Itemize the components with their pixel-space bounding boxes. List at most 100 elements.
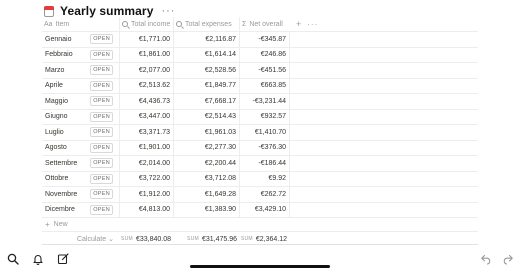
column-header-expenses[interactable]: Total expenses [174, 17, 240, 31]
table-row[interactable]: Dicembre OPEN €4,813.00 €1,383.90 €3,429.10 [42, 202, 478, 218]
net-cell[interactable]: €932.57 [240, 109, 290, 124]
net-cell[interactable]: -€376.30 [240, 140, 290, 155]
expenses-cell[interactable]: €2,116.87 [174, 32, 240, 47]
item-cell[interactable]: Febbraio OPEN [42, 47, 120, 62]
open-button[interactable]: OPEN [90, 34, 113, 45]
expenses-cell[interactable]: €7,668.17 [174, 94, 240, 109]
column-header-item[interactable]: Aa Item [42, 17, 120, 31]
item-cell[interactable]: Marzo OPEN [42, 63, 120, 78]
home-indicator[interactable] [190, 265, 330, 268]
open-button[interactable]: OPEN [90, 111, 113, 122]
expenses-cell[interactable]: €2,200.44 [174, 156, 240, 171]
income-cell[interactable]: €2,077.00 [120, 63, 174, 78]
back-arrow-icon[interactable] [480, 253, 492, 265]
sigma-icon: Σ [242, 20, 247, 28]
open-button[interactable]: OPEN [90, 49, 113, 60]
table-row[interactable]: Giugno OPEN €3,447.00 €2,514.43 €932.57 [42, 109, 478, 125]
table-row[interactable]: Settembre OPEN €2,014.00 €2,200.44 -€186.44 [42, 156, 478, 172]
table-more-button[interactable]: ··· [307, 20, 318, 29]
item-cell[interactable]: Novembre OPEN [42, 187, 120, 202]
table-row[interactable]: Maggio OPEN €4,436.73 €7,668.17 -€3,231.44 [42, 94, 478, 110]
income-cell[interactable]: €2,513.62 [120, 78, 174, 93]
income-cell[interactable]: €3,722.00 [120, 171, 174, 186]
table-row[interactable]: Ottobre OPEN €3,722.00 €3,712.08 €9.92 [42, 171, 478, 187]
item-cell[interactable]: Settembre OPEN [42, 156, 120, 171]
table-row[interactable]: Agosto OPEN €1,901.00 €2,277.30 -€376.30 [42, 140, 478, 156]
open-button[interactable]: OPEN [90, 173, 113, 184]
expenses-cell[interactable]: €1,849.77 [174, 78, 240, 93]
net-cell[interactable]: -€345.87 [240, 32, 290, 47]
table-row[interactable]: Luglio OPEN €3,371.73 €1,961.03 €1,410.70 [42, 125, 478, 141]
table-row[interactable]: Novembre OPEN €1,912.00 €1,649.28 €262.72 [42, 187, 478, 203]
open-button[interactable]: OPEN [90, 80, 113, 91]
table-body: Gennaio OPEN €1,771.00 €2,116.87 -€345.87 Feb… [42, 32, 478, 218]
table-row[interactable]: Marzo OPEN €2,077.00 €2,528.56 -€451.56 [42, 63, 478, 79]
open-button[interactable]: OPEN [90, 158, 113, 169]
horizontal-scrollbar[interactable] [42, 244, 478, 245]
open-button[interactable]: OPEN [90, 127, 113, 138]
expenses-cell[interactable]: €1,961.03 [174, 125, 240, 140]
add-property-button[interactable]: + [296, 19, 301, 29]
net-cell[interactable]: €3,429.10 [240, 202, 290, 217]
item-name: Novembre [45, 190, 78, 198]
new-row-button[interactable]: + New [42, 218, 478, 232]
open-button[interactable]: OPEN [90, 189, 113, 200]
net-cell[interactable]: €262.72 [240, 187, 290, 202]
table-row[interactable]: Gennaio OPEN €1,771.00 €2,116.87 -€345.87 [42, 32, 478, 48]
income-cell[interactable]: €3,371.73 [120, 125, 174, 140]
item-cell[interactable]: Gennaio OPEN [42, 32, 120, 47]
column-header-income[interactable]: Total income [120, 17, 174, 31]
expenses-cell[interactable]: €1,649.28 [174, 187, 240, 202]
search-icon[interactable] [7, 253, 19, 265]
income-cell[interactable]: €1,901.00 [120, 140, 174, 155]
expenses-cell[interactable]: €2,514.43 [174, 109, 240, 124]
income-cell[interactable]: €4,813.00 [120, 202, 174, 217]
open-button[interactable]: OPEN [90, 96, 113, 107]
item-cell[interactable]: Luglio OPEN [42, 125, 120, 140]
item-cell[interactable]: Dicembre OPEN [42, 202, 120, 217]
income-cell[interactable]: €1,861.00 [120, 47, 174, 62]
open-button[interactable]: OPEN [90, 65, 113, 76]
open-button[interactable]: OPEN [90, 142, 113, 153]
column-label-net: Net overall [249, 20, 283, 28]
expenses-cell[interactable]: €1,383.90 [174, 202, 240, 217]
item-cell[interactable]: Aprile OPEN [42, 78, 120, 93]
open-button[interactable]: OPEN [90, 204, 113, 215]
forward-arrow-icon[interactable] [502, 253, 514, 265]
page-more-button[interactable]: ··· [161, 5, 175, 17]
net-cell[interactable]: €663.85 [240, 78, 290, 93]
net-cell[interactable]: -€3,231.44 [240, 94, 290, 109]
income-cell[interactable]: €1,912.00 [120, 187, 174, 202]
net-cell[interactable]: €9.92 [240, 171, 290, 186]
item-name: Aprile [45, 82, 63, 90]
item-name: Settembre [45, 159, 78, 167]
bottom-toolbar [0, 247, 520, 272]
income-cell[interactable]: €2,014.00 [120, 156, 174, 171]
table-row[interactable]: Aprile OPEN €2,513.62 €1,849.77 €663.85 [42, 78, 478, 94]
net-cell[interactable]: -€451.56 [240, 63, 290, 78]
item-cell[interactable]: Maggio OPEN [42, 94, 120, 109]
formula-search-icon [176, 21, 182, 27]
sum-label: SUM [120, 236, 133, 242]
income-cell[interactable]: €3,447.00 [120, 109, 174, 124]
plus-icon: + [45, 220, 50, 229]
bell-icon[interactable] [32, 253, 44, 265]
expenses-cell[interactable]: €2,277.30 [174, 140, 240, 155]
item-name: Agosto [45, 144, 67, 152]
column-header-net[interactable]: Σ Net overall [240, 17, 290, 31]
net-cell[interactable]: €246.86 [240, 47, 290, 62]
chevron-down-icon: ⌄ [108, 236, 114, 243]
item-cell[interactable]: Giugno OPEN [42, 109, 120, 124]
income-cell[interactable]: €1,771.00 [120, 32, 174, 47]
table-row[interactable]: Febbraio OPEN €1,861.00 €1,614.14 €246.86 [42, 47, 478, 63]
sum-label: SUM [240, 236, 253, 242]
expenses-cell[interactable]: €2,528.56 [174, 63, 240, 78]
net-cell[interactable]: -€186.44 [240, 156, 290, 171]
item-cell[interactable]: Ottobre OPEN [42, 171, 120, 186]
expenses-cell[interactable]: €3,712.08 [174, 171, 240, 186]
net-cell[interactable]: €1,410.70 [240, 125, 290, 140]
expenses-cell[interactable]: €1,614.14 [174, 47, 240, 62]
income-cell[interactable]: €4,436.73 [120, 94, 174, 109]
item-cell[interactable]: Agosto OPEN [42, 140, 120, 155]
compose-icon[interactable] [57, 253, 69, 265]
